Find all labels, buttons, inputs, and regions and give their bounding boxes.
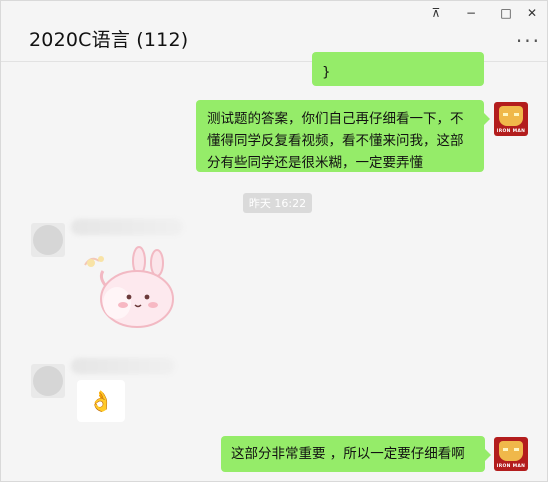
message-bubble[interactable]: 这部分非常重要 ，所以一定要仔细看啊 (221, 436, 491, 472)
avatar-caption: IRON MAN (496, 464, 526, 469)
bunny-sticker[interactable] (77, 243, 177, 333)
contact-avatar[interactable] (31, 364, 65, 398)
message-text: 测试题的答案，你们自己再仔细看一下，不懂得同学反复看视频，看不懂来问我，这部分有… (207, 111, 464, 171)
message-text: 这部分非常重要 ，所以一定要仔细看啊 (231, 446, 465, 462)
my-avatar[interactable]: IRON MAN (494, 437, 528, 471)
minimize-button[interactable]: − (456, 3, 486, 23)
my-avatar[interactable]: IRON MAN (494, 102, 528, 136)
chat-window: 2020C语言 (112) ⊼ − □ ✕ ··· } 测试题的答案，你们自己再… (0, 0, 548, 482)
message-list[interactable]: } 测试题的答案，你们自己再仔细看一下，不懂得同学反复看视频，看不懂来问我，这部… (1, 52, 547, 481)
timestamp: 昨天 16:22 (243, 193, 312, 213)
ok-hand-emoji: 👌 (88, 389, 114, 413)
close-button[interactable]: ✕ (517, 3, 547, 23)
sender-name (71, 219, 183, 235)
avatar-caption: IRON MAN (496, 129, 526, 134)
chat-title: 2020C语言 (112) (29, 29, 189, 51)
pin-icon[interactable]: ⊼ (421, 3, 451, 23)
message-bubble[interactable]: 测试题的答案，你们自己再仔细看一下，不懂得同学反复看视频，看不懂来问我，这部分有… (196, 100, 490, 172)
emoji-bubble[interactable]: 👌 (77, 380, 125, 422)
contact-avatar[interactable] (31, 223, 65, 257)
sender-name (71, 358, 175, 374)
message-text: } (322, 64, 331, 80)
message-bubble[interactable]: } (312, 52, 484, 86)
more-options-icon[interactable]: ··· (516, 29, 541, 53)
